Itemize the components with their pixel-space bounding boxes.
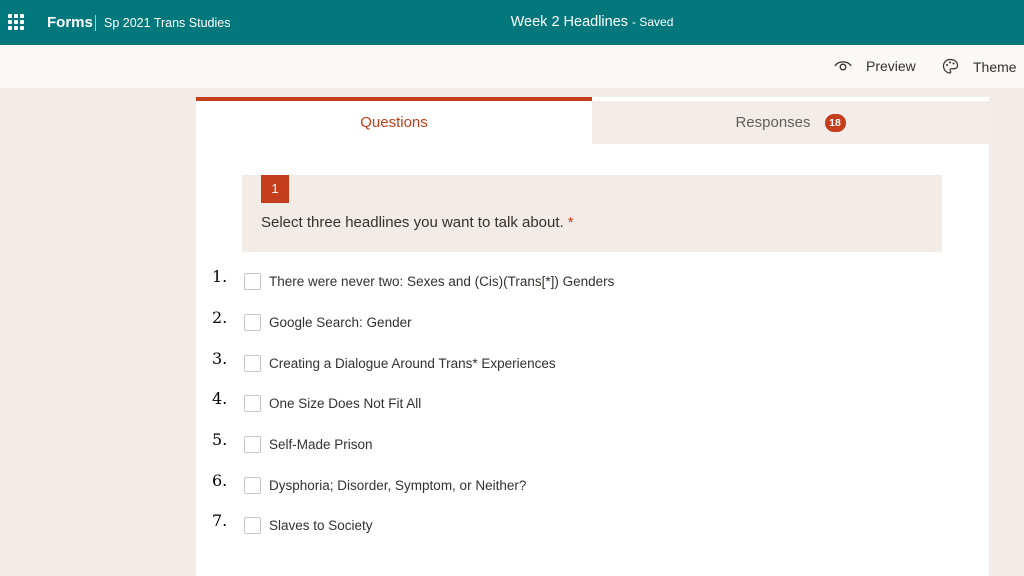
option-number: 3.: [212, 349, 228, 368]
option-number: 5.: [212, 430, 228, 449]
option-label[interactable]: Creating a Dialogue Around Trans* Experi…: [269, 356, 556, 371]
top-bar: Forms Sp 2021 Trans Studies Week 2 Headl…: [0, 0, 1024, 45]
option-row[interactable]: 3. Creating a Dialogue Around Trans* Exp…: [196, 349, 989, 377]
option-row[interactable]: 4. One Size Does Not Fit All: [196, 389, 989, 417]
option-row[interactable]: 2. Google Search: Gender: [196, 308, 989, 336]
eye-icon: [834, 61, 852, 71]
tab-responses[interactable]: Responses 18: [592, 101, 989, 144]
option-number: 7.: [212, 511, 228, 530]
option-number: 4.: [212, 389, 228, 408]
preview-label: Preview: [866, 58, 916, 74]
form-title-text[interactable]: Week 2 Headlines: [511, 14, 628, 30]
tab-questions[interactable]: Questions: [196, 97, 592, 144]
option-checkbox[interactable]: [244, 355, 261, 372]
option-checkbox[interactable]: [244, 477, 261, 494]
required-marker: *: [567, 214, 574, 231]
option-label[interactable]: Dysphoria; Disorder, Symptom, or Neither…: [269, 478, 526, 493]
option-checkbox[interactable]: [244, 436, 261, 453]
question-header[interactable]: 1 Select three headlines you want to tal…: [242, 175, 942, 252]
tab-questions-label: Questions: [360, 114, 428, 131]
option-checkbox[interactable]: [244, 517, 261, 534]
option-label[interactable]: One Size Does Not Fit All: [269, 396, 421, 411]
option-row[interactable]: 1. There were never two: Sexes and (Cis)…: [196, 267, 989, 295]
option-row[interactable]: 7. Slaves to Society: [196, 511, 989, 539]
option-number: 2.: [212, 308, 228, 327]
option-number: 1.: [212, 267, 228, 286]
option-label[interactable]: Self-Made Prison: [269, 437, 373, 452]
option-checkbox[interactable]: [244, 273, 261, 290]
option-label[interactable]: Slaves to Society: [269, 518, 373, 533]
option-checkbox[interactable]: [244, 314, 261, 331]
form-card: Questions Responses 18 1 Select three he…: [196, 97, 989, 576]
option-row[interactable]: 5. Self-Made Prison: [196, 430, 989, 458]
option-row[interactable]: 6. Dysphoria; Disorder, Symptom, or Neit…: [196, 471, 989, 499]
question-title: Select three headlines you want to talk …: [261, 214, 574, 231]
theme-label: Theme: [973, 58, 1017, 75]
option-label[interactable]: Google Search: Gender: [269, 315, 412, 330]
tab-bar: Questions Responses 18: [196, 97, 989, 144]
save-status: - Saved: [632, 15, 674, 29]
form-title: Week 2 Headlines - Saved: [0, 14, 1024, 30]
option-label[interactable]: There were never two: Sexes and (Cis)(Tr…: [269, 274, 614, 289]
responses-count-badge: 18: [824, 113, 846, 132]
palette-icon: [942, 58, 959, 74]
theme-button[interactable]: Theme: [942, 58, 1017, 75]
tab-responses-label: Responses: [735, 114, 811, 131]
command-bar: Preview Theme: [0, 45, 1024, 88]
question-number: 1: [261, 175, 289, 203]
preview-button[interactable]: Preview: [834, 58, 916, 74]
option-number: 6.: [212, 471, 228, 490]
option-checkbox[interactable]: [244, 395, 261, 412]
question-text: Select three headlines you want to talk …: [261, 214, 564, 231]
